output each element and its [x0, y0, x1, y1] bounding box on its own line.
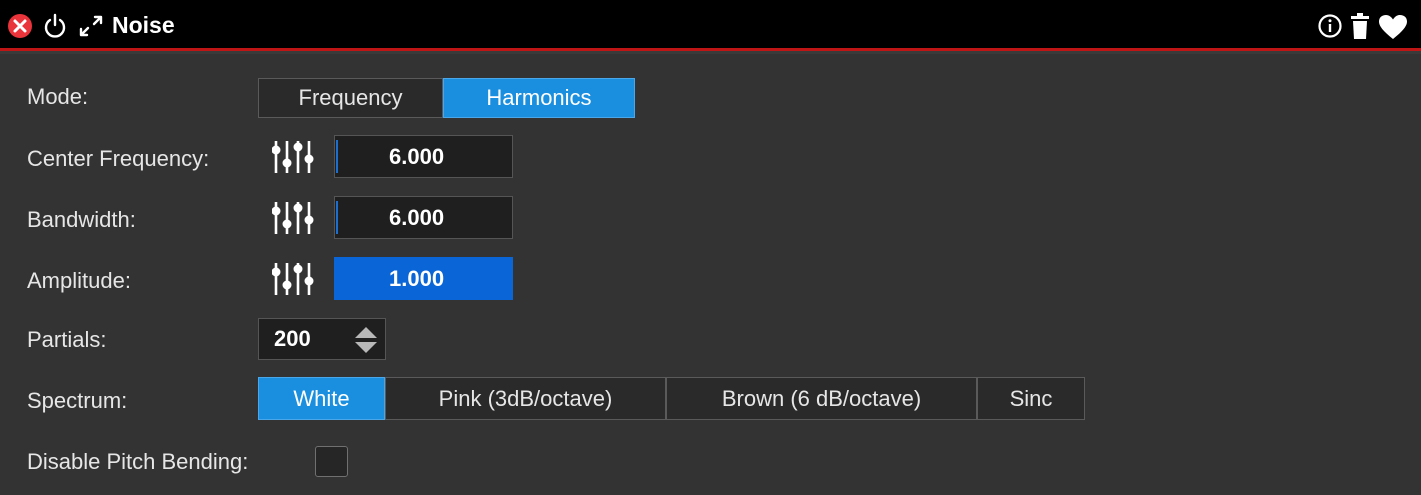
amplitude-field[interactable]: 1.000: [334, 257, 513, 300]
disable-pitch-bending-label: Disable Pitch Bending:: [27, 449, 249, 474]
spinner-arrows-icon[interactable]: [353, 325, 379, 355]
center-frequency-field[interactable]: 6.000: [334, 135, 513, 178]
partials-label: Partials:: [27, 327, 107, 352]
disable-pitch-bending-checkbox[interactable]: [315, 446, 348, 477]
title-bar: Noise: [0, 0, 1421, 51]
sliders-icon[interactable]: [272, 259, 320, 299]
bandwidth-field[interactable]: 6.000: [334, 196, 513, 239]
mode-label: Mode:: [27, 84, 89, 109]
trash-icon[interactable]: [1350, 13, 1370, 39]
noise-panel: [0, 54, 1421, 495]
bandwidth-label: Bandwidth:: [27, 207, 136, 232]
partials-stepper[interactable]: 200: [258, 318, 386, 360]
spectrum-brown-button[interactable]: Brown (6 dB/octave): [666, 377, 977, 420]
value-indicator: [336, 201, 338, 234]
spectrum-sinc-button[interactable]: Sinc: [977, 377, 1085, 420]
spectrum-white-button[interactable]: White: [258, 377, 385, 420]
mode-harmonics-button[interactable]: Harmonics: [443, 78, 635, 118]
bandwidth-value: 6.000: [389, 205, 445, 230]
window-title: Noise: [112, 12, 175, 38]
mode-frequency-button[interactable]: Frequency: [258, 78, 443, 118]
close-icon[interactable]: [7, 13, 33, 39]
sliders-icon[interactable]: [272, 137, 320, 177]
info-icon[interactable]: [1318, 14, 1342, 38]
spectrum-pink-button[interactable]: Pink (3dB/octave): [385, 377, 666, 420]
value-indicator: [336, 140, 338, 173]
center-frequency-label: Center Frequency:: [27, 146, 210, 171]
power-icon[interactable]: [43, 13, 67, 39]
expand-icon[interactable]: [78, 14, 104, 38]
heart-icon[interactable]: [1378, 14, 1408, 40]
spectrum-label: Spectrum:: [27, 388, 128, 413]
amplitude-value: 1.000: [389, 266, 445, 291]
amplitude-label: Amplitude:: [27, 268, 131, 293]
partials-value: 200: [274, 326, 311, 351]
sliders-icon[interactable]: [272, 198, 320, 238]
center-frequency-value: 6.000: [389, 144, 445, 169]
